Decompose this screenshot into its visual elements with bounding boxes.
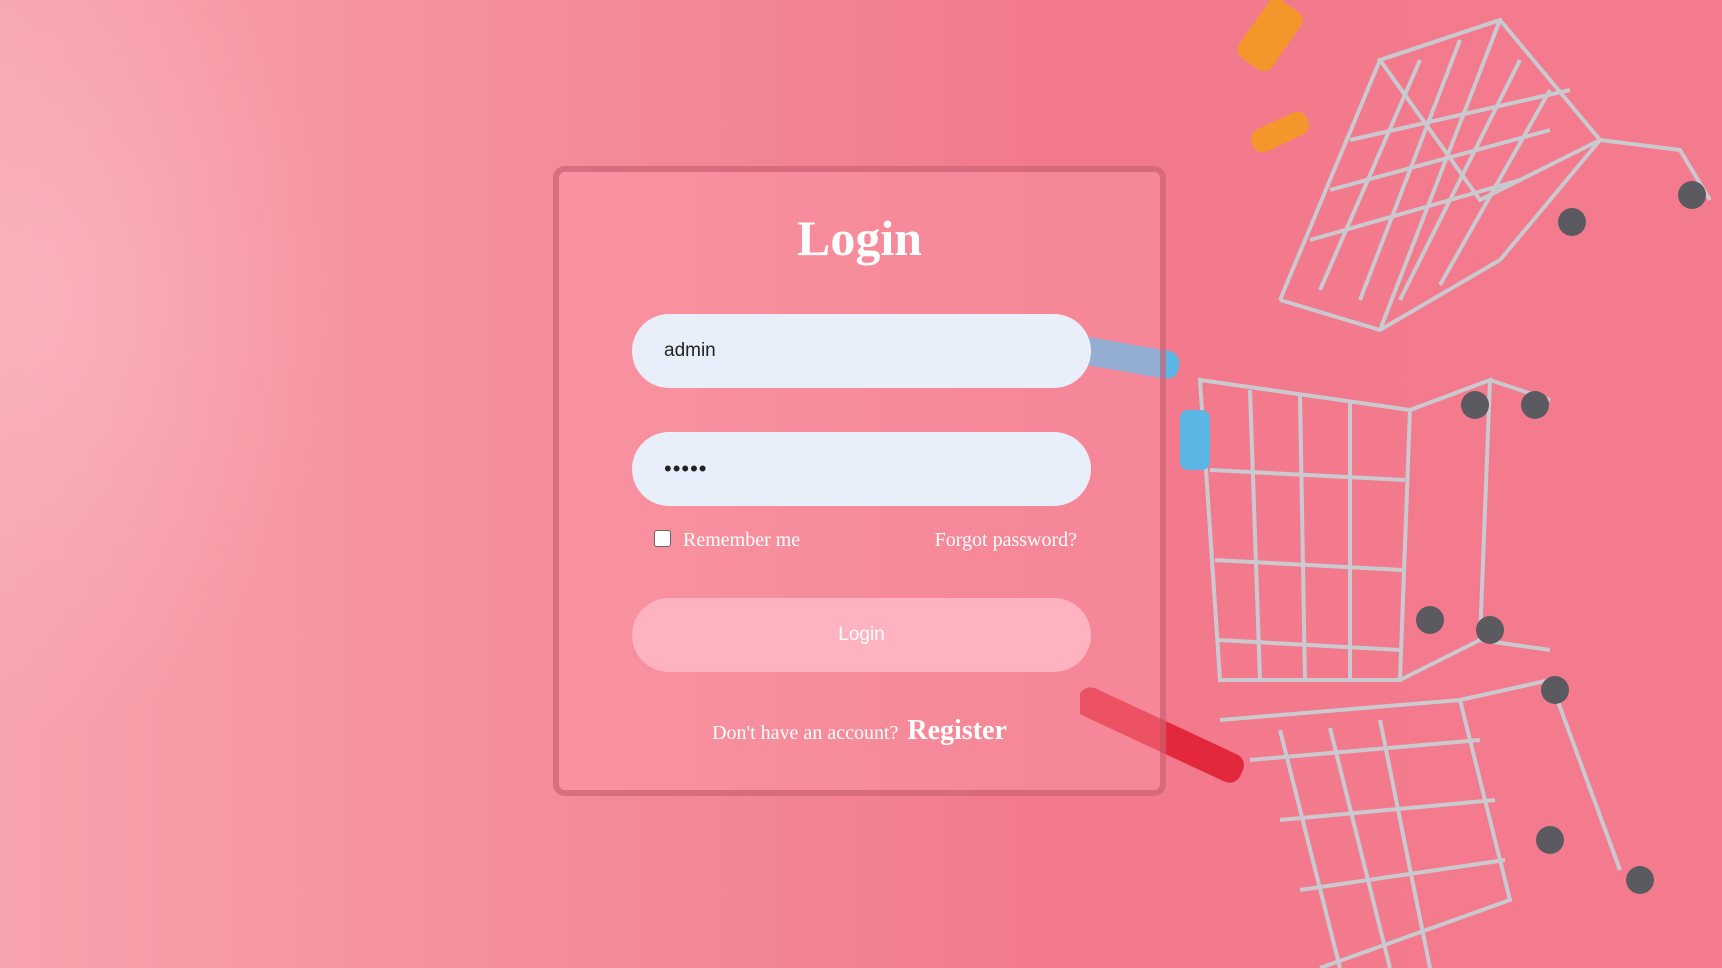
register-prompt: Don't have an account?: [712, 722, 899, 744]
remember-me[interactable]: Remember me: [654, 529, 800, 552]
login-title: Login: [796, 210, 923, 266]
password-input[interactable]: •••••: [632, 432, 1091, 506]
register-link[interactable]: Register: [907, 715, 1007, 746]
remember-me-label: Remember me: [683, 528, 801, 551]
username-input[interactable]: admin: [632, 314, 1091, 388]
login-options: Remember me Forgot password?: [654, 526, 1077, 554]
register-line: Don't have an account? Register: [559, 715, 1160, 747]
remember-me-checkbox[interactable]: [654, 529, 671, 547]
login-card: Login admin ••••• Remember me Forgot pas…: [553, 166, 1166, 796]
forgot-password-link[interactable]: Forgot password?: [935, 529, 1077, 552]
login-button[interactable]: Login: [632, 598, 1091, 672]
shopping-carts-image: [1080, 0, 1712, 968]
